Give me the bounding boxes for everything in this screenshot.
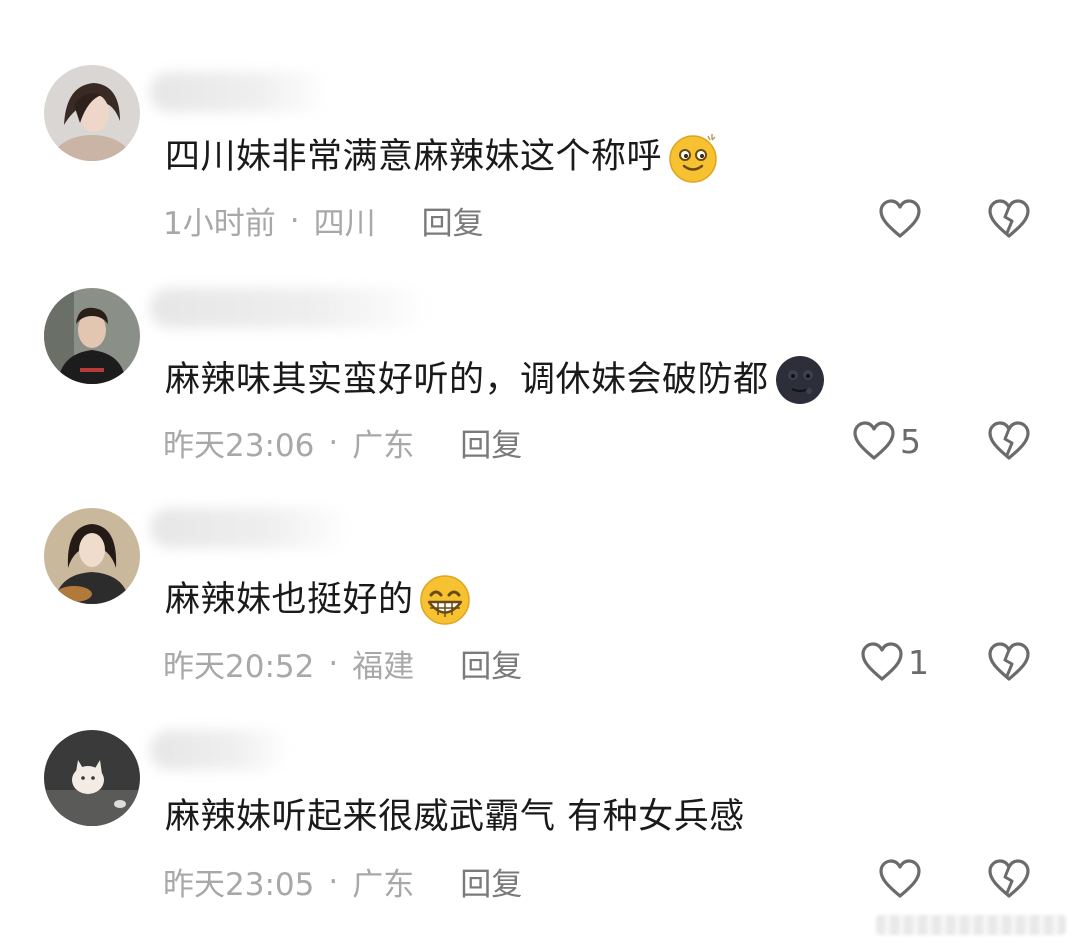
comment-location: 广东 — [352, 867, 415, 903]
username-redacted — [150, 730, 290, 770]
reply-button[interactable]: 回复 — [460, 641, 522, 686]
broken-heart-icon — [988, 859, 1030, 898]
heart-outline-icon — [878, 858, 922, 900]
heart-outline-icon — [860, 641, 904, 683]
username-redacted — [150, 508, 350, 548]
like-button[interactable]: 1 — [860, 640, 929, 684]
username-redacted — [150, 288, 430, 328]
comment-text: 麻辣妹听起来很威武霸气 有种女兵感 — [165, 795, 745, 839]
meta-separator: · — [328, 863, 339, 900]
comment-text: 四川妹非常满意麻辣妹这个称呼 — [165, 130, 720, 184]
comment-text: 麻辣味其实蛮好听的，调休妹会破防都 — [165, 353, 827, 407]
reply-button[interactable]: 回复 — [460, 420, 522, 465]
dislike-button[interactable] — [987, 419, 1031, 463]
comment-text-body: 麻辣妹听起来很威武霸气 有种女兵感 — [165, 797, 745, 837]
username-redacted — [150, 72, 330, 112]
like-count: 5 — [900, 421, 921, 461]
meta-separator: · — [289, 202, 300, 239]
watermark-redacted — [876, 915, 1066, 935]
comment-location: 四川 — [313, 206, 376, 242]
comment-meta: 昨天23:06 · 广东 回复 — [163, 420, 522, 465]
heart-outline-icon — [852, 420, 896, 462]
broken-heart-icon — [988, 642, 1030, 681]
avatar[interactable] — [44, 288, 140, 384]
smiling-face-emoji — [666, 130, 720, 184]
heart-outline-icon — [878, 198, 922, 240]
comment-meta: 昨天23:05 · 广东 回复 — [163, 859, 522, 904]
broken-heart-icon — [988, 199, 1030, 238]
dark-moon-face-emoji — [773, 353, 827, 407]
like-button[interactable] — [878, 197, 926, 241]
comment-time: 昨天23:05 — [163, 867, 315, 903]
comment-meta: 1小时前 · 四川 回复 — [163, 198, 484, 243]
comment-location: 福建 — [352, 649, 415, 685]
comment-location: 广东 — [352, 428, 415, 464]
like-button[interactable]: 5 — [852, 419, 921, 463]
reply-button[interactable]: 回复 — [460, 859, 522, 904]
avatar[interactable] — [44, 730, 140, 826]
like-count: 1 — [908, 642, 929, 682]
comment-text-body: 四川妹非常满意麻辣妹这个称呼 — [165, 137, 663, 177]
dislike-button[interactable] — [987, 197, 1031, 241]
comment-text-body: 麻辣味其实蛮好听的，调休妹会破防都 — [165, 360, 769, 400]
comment-time: 1小时前 — [163, 206, 276, 242]
like-button[interactable] — [878, 857, 926, 901]
avatar[interactable] — [44, 65, 140, 161]
meta-separator: · — [328, 645, 339, 682]
broken-heart-icon — [988, 421, 1030, 460]
dislike-button[interactable] — [987, 640, 1031, 684]
comment-time: 昨天23:06 — [163, 428, 315, 464]
comment-meta: 昨天20:52 · 福建 回复 — [163, 641, 522, 686]
comment-text: 麻辣妹也挺好的 — [165, 573, 472, 627]
reply-button[interactable]: 回复 — [422, 198, 484, 243]
dislike-button[interactable] — [987, 857, 1031, 901]
comment-time: 昨天20:52 — [163, 649, 315, 685]
comment-text-body: 麻辣妹也挺好的 — [165, 580, 414, 620]
avatar[interactable] — [44, 508, 140, 604]
grinning-teeth-emoji — [418, 573, 472, 627]
meta-separator: · — [328, 424, 339, 461]
